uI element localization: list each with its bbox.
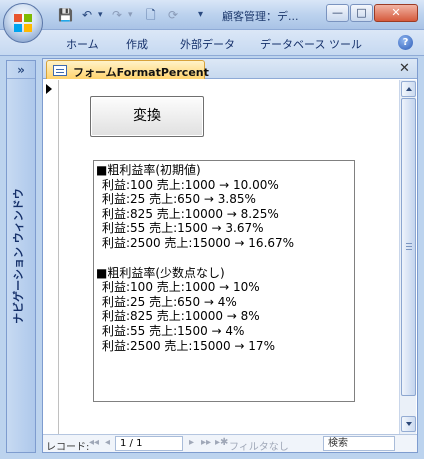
customize-toolbar-icon[interactable]: ▾ — [198, 7, 203, 23]
tab-create[interactable]: 作成 — [126, 36, 148, 52]
scroll-up-icon — [406, 87, 412, 91]
tab-database-tools[interactable]: データベース ツール — [260, 36, 362, 52]
output-line: 利益:25 売上:650 → 3.85% — [102, 192, 256, 207]
navigation-pane-label[interactable]: ナビゲーション ウィンドウ — [10, 136, 26, 376]
output-line: 利益:825 売上:10000 → 8% — [102, 309, 260, 324]
record-position-field[interactable]: 1 / 1 — [115, 436, 183, 451]
output-line: 利益:825 売上:10000 → 8.25% — [102, 206, 279, 221]
vertical-scrollbar[interactable] — [399, 80, 416, 434]
document-tabstrip: フォームFormatPercent ✕ — [43, 59, 417, 79]
section1-title: ■粗利益率(初期値) — [96, 163, 201, 177]
output-line: 利益:55 売上:1500 → 3.67% — [102, 221, 264, 236]
maximize-button[interactable]: □ — [350, 4, 373, 22]
output-line: 利益:2500 売上:15000 → 16.67% — [102, 235, 295, 250]
refresh-icon[interactable]: ⟳ — [168, 7, 178, 23]
tab-form-formatpercent[interactable]: フォームFormatPercent — [46, 60, 209, 79]
new-record-button[interactable]: ▸✱ — [215, 437, 228, 448]
undo-icon[interactable]: ↶ — [82, 7, 92, 23]
first-record-button[interactable]: ◂◂ — [89, 437, 99, 448]
save-icon[interactable]: 💾 — [58, 7, 73, 23]
record-selector[interactable] — [43, 80, 59, 434]
close-document-icon[interactable]: ✕ — [399, 61, 410, 76]
redo-dropdown-icon[interactable]: ▾ — [128, 7, 133, 23]
window-title: 顧客管理：デ... — [222, 10, 299, 23]
current-record-arrow-icon — [46, 84, 52, 94]
previous-record-button[interactable]: ◂ — [105, 437, 110, 448]
last-record-button[interactable]: ▸▸ — [201, 437, 211, 448]
tab-external-data[interactable]: 外部データ — [180, 36, 235, 52]
output-line: 利益:100 売上:1000 → 10% — [102, 280, 260, 295]
output-line: 利益:55 売上:1500 → 4% — [102, 323, 245, 338]
office-button[interactable] — [3, 3, 43, 43]
tab-home[interactable]: ホーム — [66, 36, 99, 52]
record-label: レコード: — [46, 442, 90, 453]
form-icon — [53, 65, 67, 76]
next-record-button[interactable]: ▸ — [189, 437, 194, 448]
output-line: 利益:25 売上:650 → 4% — [102, 294, 237, 309]
filter-status-button[interactable]: フィルタなし — [229, 438, 289, 453]
expand-nav-icon[interactable]: » — [7, 61, 35, 79]
output-line: 利益:100 売上:1000 → 10.00% — [102, 177, 279, 192]
section2-title: ■粗利益率(少数点なし) — [96, 265, 225, 280]
new-document-icon[interactable]: 🗋 — [146, 7, 156, 23]
office-logo-icon — [14, 14, 32, 32]
scroll-thumb[interactable] — [401, 98, 416, 396]
close-button[interactable]: ✕ — [374, 4, 418, 22]
scroll-down-button[interactable] — [401, 416, 416, 432]
output-textbox[interactable]: ■粗利益率(初期値) 利益:100 売上:1000 → 10.00% 利益:25 売… — [93, 160, 355, 402]
redo-icon[interactable]: ↷ — [112, 7, 122, 23]
search-input[interactable]: 検索 — [323, 436, 395, 451]
record-navigation-bar: レコード: ◂◂ ◂ 1 / 1 ▸ ▸▸ ▸✱ フィルタなし 検索 — [43, 434, 417, 453]
minimize-button[interactable]: — — [326, 4, 349, 22]
scroll-up-button[interactable] — [401, 81, 416, 97]
document-window: フォームFormatPercent ✕ 変換 ■粗利益率(初期値) 利益:100 … — [42, 58, 418, 453]
scroll-down-icon — [406, 422, 412, 426]
navigation-pane: » ナビゲーション ウィンドウ — [6, 60, 36, 453]
help-icon[interactable]: ? — [398, 35, 413, 50]
form-body: 変換 ■粗利益率(初期値) 利益:100 売上:1000 → 10.00% 利益:2… — [60, 80, 398, 434]
convert-button[interactable]: 変換 — [90, 96, 204, 137]
ribbon-tabs: ホーム 作成 外部データ データベース ツール ? — [0, 30, 424, 56]
undo-dropdown-icon[interactable]: ▾ — [98, 7, 103, 23]
output-line: 利益:2500 売上:15000 → 17% — [102, 338, 275, 353]
title-bar: 💾 ↶ ▾ ↷ ▾ 🗋 ⟳ ▾ 顧客管理：デ... — □ ✕ — [0, 0, 424, 43]
document-tab-label: フォームFormatPercent — [73, 66, 209, 79]
section-gap — [96, 251, 354, 266]
